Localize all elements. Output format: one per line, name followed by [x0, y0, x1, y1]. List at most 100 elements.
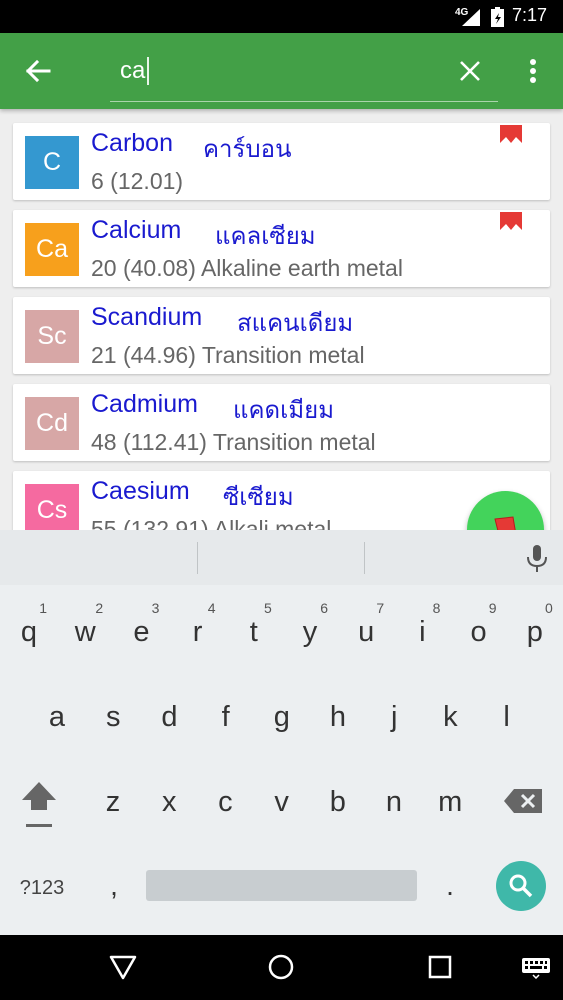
key-label: t	[249, 616, 258, 648]
overflow-menu-button[interactable]	[518, 51, 548, 91]
key-g[interactable]: g	[254, 675, 310, 745]
element-name: Carbon	[91, 129, 173, 157]
element-card-carbon[interactable]: C Carbon คาร์บอน 6 (12.01)	[13, 123, 550, 200]
key-label: u	[358, 616, 375, 648]
key-r[interactable]: r4	[170, 590, 226, 660]
nav-back-icon[interactable]	[108, 953, 138, 981]
key-d[interactable]: d	[141, 675, 197, 745]
clear-search-button[interactable]	[452, 51, 488, 91]
nav-recent-icon[interactable]	[427, 954, 453, 980]
key-n[interactable]: n	[366, 760, 422, 830]
key-label: p	[526, 616, 543, 648]
key-label: h	[329, 701, 347, 733]
element-symbol-tile: Cs	[25, 484, 79, 530]
status-bar: 4G 7:17	[0, 0, 563, 33]
key-label: i	[419, 616, 426, 648]
search-underline	[110, 101, 498, 102]
shift-icon[interactable]	[18, 780, 60, 830]
key-label: z	[105, 786, 121, 818]
key-i[interactable]: i8	[394, 590, 450, 660]
key-s[interactable]: s	[85, 675, 141, 745]
key-h[interactable]: h	[310, 675, 366, 745]
element-name: Calcium	[91, 216, 182, 244]
suggestion-divider	[364, 542, 365, 574]
key-hint: 2	[95, 600, 104, 616]
symbols-key[interactable]: ?123	[12, 868, 72, 908]
suggestion-strip	[0, 530, 563, 585]
key-f[interactable]: f	[198, 675, 254, 745]
key-x[interactable]: x	[141, 760, 197, 830]
back-button[interactable]	[18, 51, 58, 91]
key-label: y	[302, 616, 318, 648]
key-p[interactable]: p0	[507, 590, 563, 660]
mic-icon[interactable]	[524, 544, 550, 574]
search-toolbar	[0, 33, 563, 109]
back-arrow-icon	[25, 59, 51, 83]
period-key[interactable]: .	[432, 868, 468, 908]
more-vert-icon	[530, 59, 536, 83]
key-m[interactable]: m	[422, 760, 478, 830]
clear-icon	[460, 61, 480, 81]
key-label: v	[274, 786, 289, 818]
key-label: k	[443, 701, 458, 733]
key-label: j	[390, 701, 398, 733]
bookmark-icon[interactable]	[499, 212, 523, 232]
search-action-key[interactable]	[496, 861, 546, 911]
key-u[interactable]: u7	[338, 590, 394, 660]
key-z[interactable]: z	[85, 760, 141, 830]
key-label: d	[161, 701, 178, 733]
element-name: Caesium	[91, 477, 190, 505]
key-hint: 9	[488, 600, 497, 616]
element-card-cadmium[interactable]: Cd Cadmium แคดเมียม 48 (112.41) Transiti…	[13, 384, 550, 461]
bookmark-icon[interactable]	[499, 125, 523, 145]
space-key[interactable]	[146, 870, 417, 901]
keyboard-icon[interactable]	[521, 957, 551, 979]
key-k[interactable]: k	[422, 675, 478, 745]
key-label: n	[385, 786, 403, 818]
key-v[interactable]: v	[254, 760, 310, 830]
key-label: e	[133, 616, 150, 648]
key-a[interactable]: a	[29, 675, 85, 745]
key-l[interactable]: l	[479, 675, 535, 745]
element-thai-name: สแคนเดียม	[237, 309, 354, 337]
battery-icon	[491, 7, 504, 27]
key-o[interactable]: o9	[451, 590, 507, 660]
key-j[interactable]: j	[366, 675, 422, 745]
key-label: q	[20, 616, 38, 648]
key-y[interactable]: y6	[282, 590, 338, 660]
key-label: c	[218, 786, 233, 818]
key-hint: 8	[432, 600, 441, 616]
search-icon	[509, 874, 533, 898]
key-q[interactable]: q1	[1, 590, 57, 660]
element-info: 21 (44.96) Transition metal	[91, 342, 365, 368]
key-label: a	[48, 701, 66, 733]
key-w[interactable]: w2	[57, 590, 113, 660]
backspace-icon[interactable]	[502, 785, 544, 817]
key-b[interactable]: b	[310, 760, 366, 830]
key-label: l	[503, 701, 510, 733]
key-hint: 1	[39, 600, 47, 616]
element-name: Scandium	[91, 303, 203, 331]
key-e[interactable]: e3	[113, 590, 169, 660]
element-thai-name: แคลเซียม	[215, 222, 316, 250]
key-t[interactable]: t5	[226, 590, 282, 660]
soft-keyboard: q1w2e3r4t5y6u7i8o9p0 asdfghjkl zxcvbnm ?…	[0, 530, 563, 935]
key-c[interactable]: c	[197, 760, 253, 830]
key-label: r	[192, 616, 203, 648]
element-symbol-tile: Cd	[25, 397, 79, 450]
element-info: 20 (40.08) Alkaline earth metal	[91, 255, 403, 281]
nav-home-icon[interactable]	[266, 952, 296, 982]
comma-key[interactable]: ,	[96, 868, 132, 908]
key-label: g	[273, 701, 290, 733]
element-card-calcium[interactable]: Ca Calcium แคลเซียม 20 (40.08) Alkaline …	[13, 210, 550, 287]
element-card-scandium[interactable]: Sc Scandium สแคนเดียม 21 (44.96) Transit…	[13, 297, 550, 374]
search-input[interactable]	[110, 51, 440, 91]
key-label: s	[105, 701, 121, 733]
element-symbol-tile: Ca	[25, 223, 79, 276]
key-label: b	[329, 786, 346, 818]
element-symbol-tile: Sc	[25, 310, 79, 363]
key-hint: 5	[264, 600, 272, 616]
element-thai-name: คาร์บอน	[203, 135, 292, 163]
element-name: Cadmium	[91, 390, 198, 418]
element-symbol-tile: C	[25, 136, 79, 189]
